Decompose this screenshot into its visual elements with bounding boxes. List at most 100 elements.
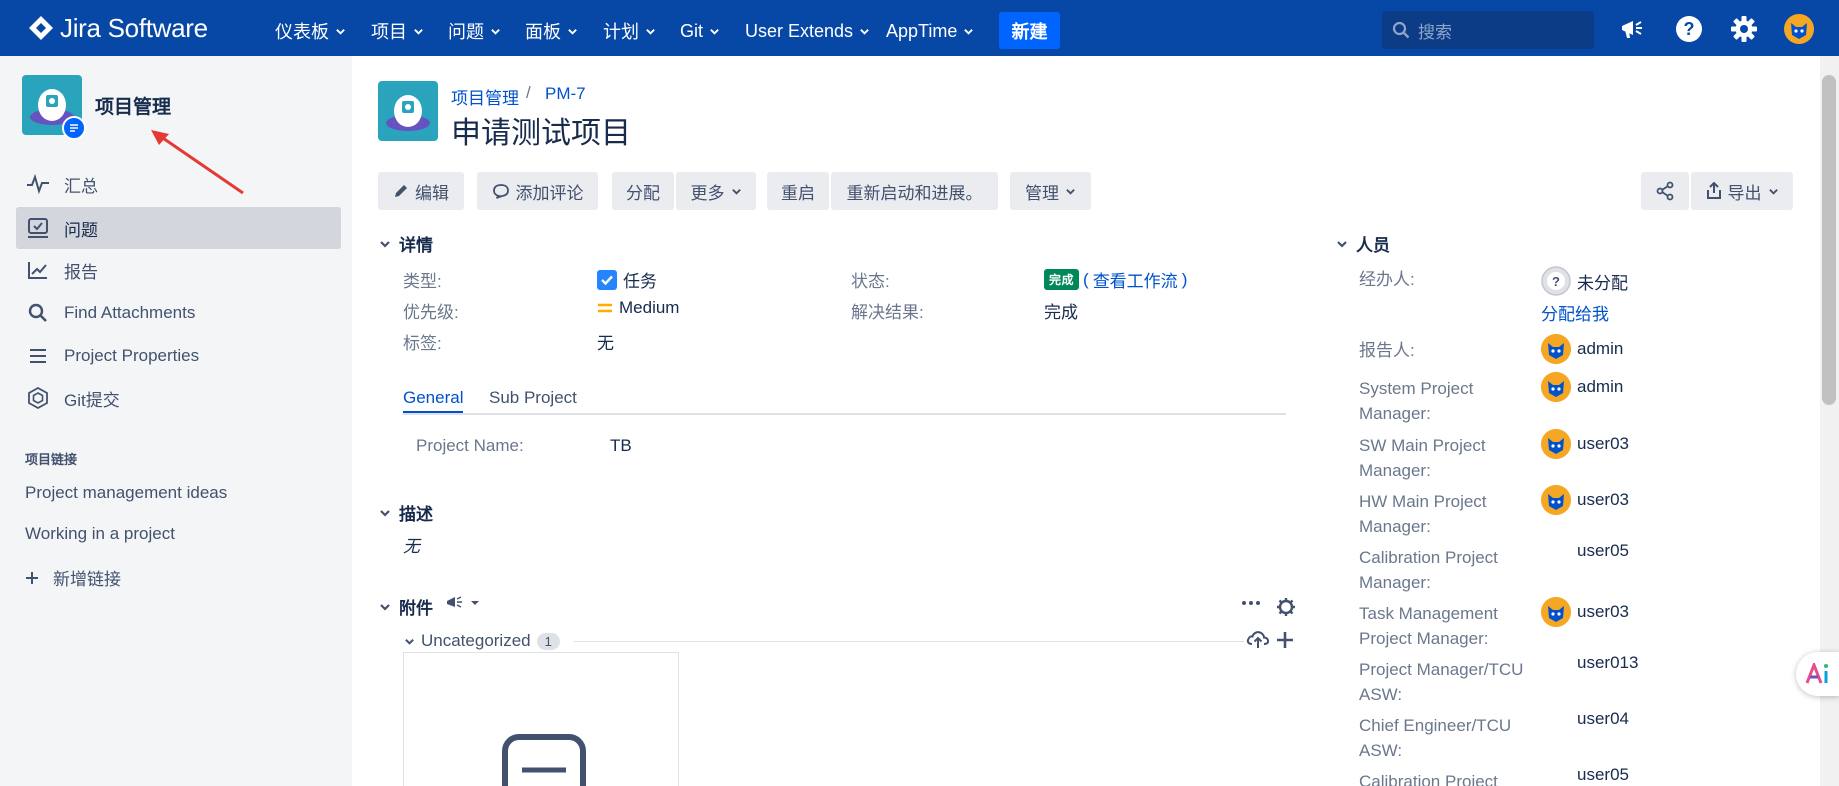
document-icon	[502, 734, 586, 786]
button-label: 管理	[1025, 183, 1059, 203]
nav-user-extends[interactable]: User Extends	[745, 18, 870, 44]
add-comment-button[interactable]: 添加评论	[477, 172, 598, 210]
cloud-upload-icon[interactable]	[1246, 628, 1270, 650]
restart-progress-button[interactable]: 重新启动和进展。	[831, 172, 998, 210]
sidebar-item-reports[interactable]: 报告	[16, 249, 341, 291]
user-name: user03	[1577, 490, 1629, 509]
assign-to-me-link[interactable]: 分配给我	[1541, 300, 1609, 325]
attachment-thumbnail[interactable]	[403, 652, 679, 786]
search-icon	[26, 301, 50, 325]
button-label: 更多	[690, 183, 725, 203]
reopen-button[interactable]: 重启	[767, 172, 829, 210]
assignee-value[interactable]: ? 未分配	[1541, 266, 1628, 296]
reports-icon	[26, 258, 50, 282]
status-lozenge: 完成	[1044, 269, 1080, 290]
project-link[interactable]: Project management ideas	[25, 483, 227, 503]
people-field-value[interactable]: user04	[1577, 709, 1629, 729]
button-label: 添加评论	[515, 183, 584, 203]
people-field-value[interactable]: user03	[1541, 429, 1629, 459]
nav-boards[interactable]: 面板	[525, 18, 578, 44]
assign-to-me-text: 分配给我	[1541, 305, 1609, 324]
scrollbar-thumb[interactable]	[1822, 75, 1836, 405]
jira-diamond-icon	[29, 16, 53, 40]
nav-projects[interactable]: 项目	[371, 18, 424, 44]
description-value[interactable]: 无	[403, 532, 420, 557]
nav-plans[interactable]: 计划	[603, 18, 656, 44]
people-field-value[interactable]: user05	[1577, 541, 1629, 561]
sidebar-item-label: 汇总	[64, 176, 98, 196]
people-field-label: 报告人:	[1359, 341, 1415, 360]
help-icon[interactable]: ?	[1674, 14, 1704, 44]
settings-gear-icon[interactable]	[1276, 597, 1296, 617]
list-icon	[26, 344, 50, 368]
resolution-label: 解决结果:	[851, 303, 924, 322]
people-section-toggle[interactable]: 人员	[1336, 231, 1390, 256]
nav-dashboards[interactable]: 仪表板	[275, 18, 346, 44]
sidebar-item-label: Git提交	[64, 390, 120, 410]
export-button[interactable]: 导出	[1691, 172, 1793, 210]
people-field-value[interactable]: admin	[1541, 334, 1623, 364]
uncategorized-group-toggle[interactable]: Uncategorized 1	[404, 631, 560, 651]
people-field-value[interactable]: user03	[1541, 597, 1629, 627]
people-field-value[interactable]: user03	[1541, 485, 1629, 515]
nav-issues[interactable]: 问题	[448, 18, 501, 44]
more-button[interactable]: 更多	[676, 172, 756, 210]
search-input[interactable]: 搜索	[1382, 11, 1594, 49]
tab-general[interactable]: General	[403, 388, 464, 414]
project-name[interactable]: 项目管理	[95, 92, 171, 119]
user-name: user05	[1577, 765, 1629, 784]
sidebar-item-issues[interactable]: 问题	[16, 207, 341, 249]
chevron-down-icon	[336, 28, 345, 35]
chevron-down-icon	[731, 188, 741, 195]
search-placeholder: 搜索	[1418, 22, 1452, 42]
add-link-button[interactable]: 新增链接	[25, 565, 121, 590]
sidebar-item-find-attachments[interactable]: Find Attachments	[16, 292, 341, 334]
jira-logo[interactable]: Jira Software	[28, 13, 208, 43]
description-section-toggle[interactable]: 描述	[379, 500, 433, 525]
user-name: admin	[1577, 377, 1624, 396]
admin-button[interactable]: 管理	[1010, 172, 1091, 210]
user-name: user04	[1577, 709, 1629, 728]
breadcrumb-issue-key[interactable]: PM-7	[545, 84, 586, 104]
settings-gear-icon[interactable]	[1729, 14, 1759, 44]
assignee-label: 经办人:	[1359, 270, 1415, 289]
sidebar-item-label: 问题	[64, 220, 98, 240]
create-button[interactable]: 新建	[999, 12, 1060, 49]
details-section-toggle[interactable]: 详情	[379, 231, 433, 256]
sidebar-item-git-commits[interactable]: Git提交	[16, 377, 341, 419]
paren-close: )	[1181, 269, 1188, 289]
labels-value: 无	[597, 334, 614, 353]
project-link[interactable]: Working in a project	[25, 524, 175, 544]
task-type-icon	[597, 269, 617, 290]
assign-button[interactable]: 分配	[612, 172, 674, 210]
view-workflow-link[interactable]: 查看工作流	[1093, 267, 1178, 292]
ai-assistant-button[interactable]	[1796, 652, 1839, 696]
chevron-down-icon	[646, 28, 655, 35]
tab-sub-project[interactable]: Sub Project	[489, 388, 577, 408]
sidebar-item-summary[interactable]: 汇总	[16, 163, 341, 205]
people-field-label: HW Main Project Manager:	[1359, 492, 1487, 536]
project-avatar-small[interactable]	[378, 81, 438, 141]
attachments-section-toggle[interactable]: 附件	[379, 594, 433, 619]
user-avatar[interactable]	[1784, 14, 1814, 44]
project-name-value: TB	[610, 436, 632, 455]
people-field-value[interactable]: user05	[1577, 765, 1629, 785]
people-field-value[interactable]: admin	[1541, 372, 1623, 402]
sidebar-item-project-properties[interactable]: Project Properties	[16, 335, 341, 377]
type-label: 类型:	[403, 272, 442, 291]
tabs-divider	[403, 413, 1286, 415]
breadcrumb-project[interactable]: 项目管理	[451, 84, 519, 109]
nav-apptime[interactable]: AppTime	[886, 18, 974, 44]
priority-medium-icon	[598, 303, 612, 313]
announcement-icon[interactable]	[1618, 14, 1648, 44]
people-field-value[interactable]: user013	[1577, 653, 1638, 673]
share-button[interactable]	[1641, 172, 1689, 210]
plus-icon[interactable]	[1275, 630, 1295, 650]
user-avatar	[1541, 372, 1571, 402]
edit-button[interactable]: 编辑	[378, 172, 464, 210]
more-options-icon[interactable]	[1240, 598, 1262, 608]
section-title: 人员	[1356, 236, 1390, 255]
nav-git[interactable]: Git	[680, 18, 720, 44]
announcement-icon[interactable]	[445, 594, 485, 612]
issue-title[interactable]: 申请测试项目	[451, 108, 631, 152]
